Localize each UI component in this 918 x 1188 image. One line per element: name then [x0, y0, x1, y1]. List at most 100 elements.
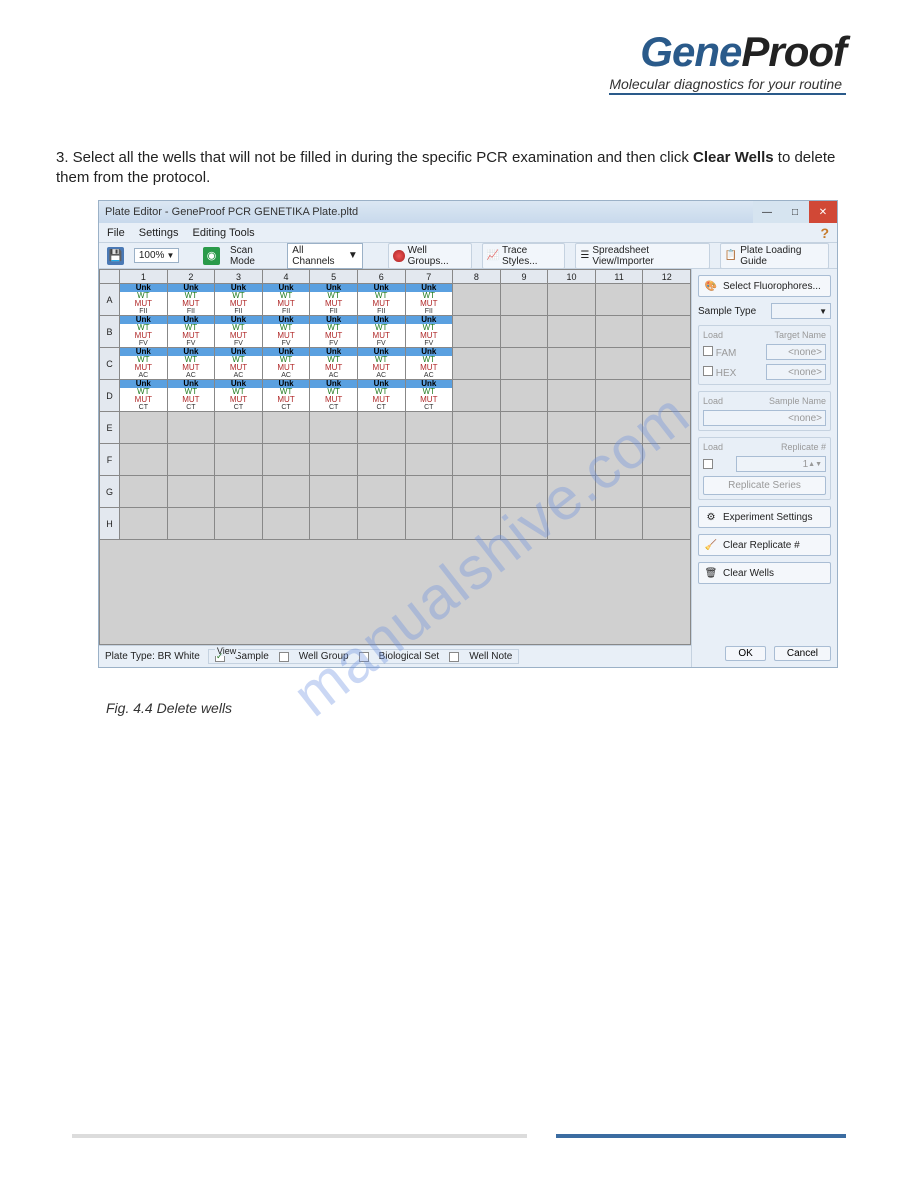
well-G5[interactable] [310, 476, 358, 508]
well-C9[interactable] [500, 348, 548, 380]
well-B12[interactable] [643, 316, 691, 348]
replicate-series-button[interactable]: Replicate Series [703, 476, 826, 495]
row-header-F[interactable]: F [100, 444, 120, 476]
well-D12[interactable] [643, 380, 691, 412]
well-H12[interactable] [643, 508, 691, 540]
well-A10[interactable] [548, 284, 596, 316]
well-D4[interactable]: UnkWTMUTCT [262, 380, 310, 412]
well-B4[interactable]: UnkWTMUTFV [262, 316, 310, 348]
col-4[interactable]: 4 [262, 270, 310, 284]
well-C8[interactable] [453, 348, 501, 380]
well-E8[interactable] [453, 412, 501, 444]
well-F2[interactable] [167, 444, 215, 476]
well-C10[interactable] [548, 348, 596, 380]
sample-type-select[interactable]: ▼ [771, 303, 831, 319]
well-F1[interactable] [120, 444, 168, 476]
menu-settings[interactable]: Settings [139, 227, 179, 239]
well-F6[interactable] [357, 444, 405, 476]
row-header-G[interactable]: G [100, 476, 120, 508]
well-D2[interactable]: UnkWTMUTCT [167, 380, 215, 412]
well-A6[interactable]: UnkWTMUTFII [357, 284, 405, 316]
well-D6[interactable]: UnkWTMUTCT [357, 380, 405, 412]
well-A11[interactable] [595, 284, 643, 316]
well-C12[interactable] [643, 348, 691, 380]
well-A3[interactable]: UnkWTMUTFII [215, 284, 263, 316]
well-E5[interactable] [310, 412, 358, 444]
well-D7[interactable]: UnkWTMUTCT [405, 380, 453, 412]
bioset-checkbox[interactable] [359, 652, 369, 662]
replicate-spinner[interactable]: 1▲▼ [736, 456, 826, 472]
well-G8[interactable] [453, 476, 501, 508]
well-B6[interactable]: UnkWTMUTFV [357, 316, 405, 348]
row-header-E[interactable]: E [100, 412, 120, 444]
col-11[interactable]: 11 [595, 270, 643, 284]
well-G7[interactable] [405, 476, 453, 508]
well-A8[interactable] [453, 284, 501, 316]
select-fluorophores-button[interactable]: 🎨Select Fluorophores... [698, 275, 831, 297]
well-A4[interactable]: UnkWTMUTFII [262, 284, 310, 316]
menu-file[interactable]: File [107, 227, 125, 239]
well-C3[interactable]: UnkWTMUTAC [215, 348, 263, 380]
well-H7[interactable] [405, 508, 453, 540]
close-button[interactable]: ✕ [809, 201, 837, 223]
well-E6[interactable] [357, 412, 405, 444]
experiment-settings-button[interactable]: ⚙Experiment Settings [698, 506, 831, 528]
hex-select[interactable]: <none> [766, 364, 826, 380]
sample-name-select[interactable]: <none> [703, 410, 826, 426]
well-C5[interactable]: UnkWTMUTAC [310, 348, 358, 380]
help-icon[interactable]: ? [820, 225, 829, 241]
well-C1[interactable]: UnkWTMUTAC [120, 348, 168, 380]
col-6[interactable]: 6 [357, 270, 405, 284]
well-D9[interactable] [500, 380, 548, 412]
well-B9[interactable] [500, 316, 548, 348]
well-F10[interactable] [548, 444, 596, 476]
well-H2[interactable] [167, 508, 215, 540]
well-G12[interactable] [643, 476, 691, 508]
well-B5[interactable]: UnkWTMUTFV [310, 316, 358, 348]
well-E9[interactable] [500, 412, 548, 444]
fam-checkbox[interactable] [703, 346, 713, 356]
col-10[interactable]: 10 [548, 270, 596, 284]
row-header-C[interactable]: C [100, 348, 120, 380]
clear-replicate-button[interactable]: 🧹Clear Replicate # [698, 534, 831, 556]
row-header-A[interactable]: A [100, 284, 120, 316]
well-B3[interactable]: UnkWTMUTFV [215, 316, 263, 348]
well-H9[interactable] [500, 508, 548, 540]
well-E2[interactable] [167, 412, 215, 444]
well-D1[interactable]: UnkWTMUTCT [120, 380, 168, 412]
well-E3[interactable] [215, 412, 263, 444]
well-B2[interactable]: UnkWTMUTFV [167, 316, 215, 348]
well-H10[interactable] [548, 508, 596, 540]
well-A12[interactable] [643, 284, 691, 316]
fam-select[interactable]: <none> [766, 344, 826, 360]
well-C7[interactable]: UnkWTMUTAC [405, 348, 453, 380]
well-E11[interactable] [595, 412, 643, 444]
well-F8[interactable] [453, 444, 501, 476]
well-G1[interactable] [120, 476, 168, 508]
clear-wells-button[interactable]: 🗑Clear Wells [698, 562, 831, 584]
minimize-button[interactable]: — [753, 201, 781, 223]
well-B11[interactable] [595, 316, 643, 348]
well-B8[interactable] [453, 316, 501, 348]
well-A5[interactable]: UnkWTMUTFII [310, 284, 358, 316]
well-A9[interactable] [500, 284, 548, 316]
well-C4[interactable]: UnkWTMUTAC [262, 348, 310, 380]
wellgroup-checkbox[interactable] [279, 652, 289, 662]
well-C6[interactable]: UnkWTMUTAC [357, 348, 405, 380]
col-8[interactable]: 8 [453, 270, 501, 284]
well-F9[interactable] [500, 444, 548, 476]
col-12[interactable]: 12 [643, 270, 691, 284]
well-F4[interactable] [262, 444, 310, 476]
well-G11[interactable] [595, 476, 643, 508]
well-F11[interactable] [595, 444, 643, 476]
well-G3[interactable] [215, 476, 263, 508]
well-D3[interactable]: UnkWTMUTCT [215, 380, 263, 412]
well-H11[interactable] [595, 508, 643, 540]
ok-button[interactable]: OK [725, 646, 765, 661]
spreadsheet-button[interactable]: ☰Spreadsheet View/Importer [575, 243, 709, 269]
save-icon[interactable]: 💾 [107, 247, 124, 265]
well-E10[interactable] [548, 412, 596, 444]
well-H5[interactable] [310, 508, 358, 540]
well-D5[interactable]: UnkWTMUTCT [310, 380, 358, 412]
wellnote-checkbox[interactable] [449, 652, 459, 662]
